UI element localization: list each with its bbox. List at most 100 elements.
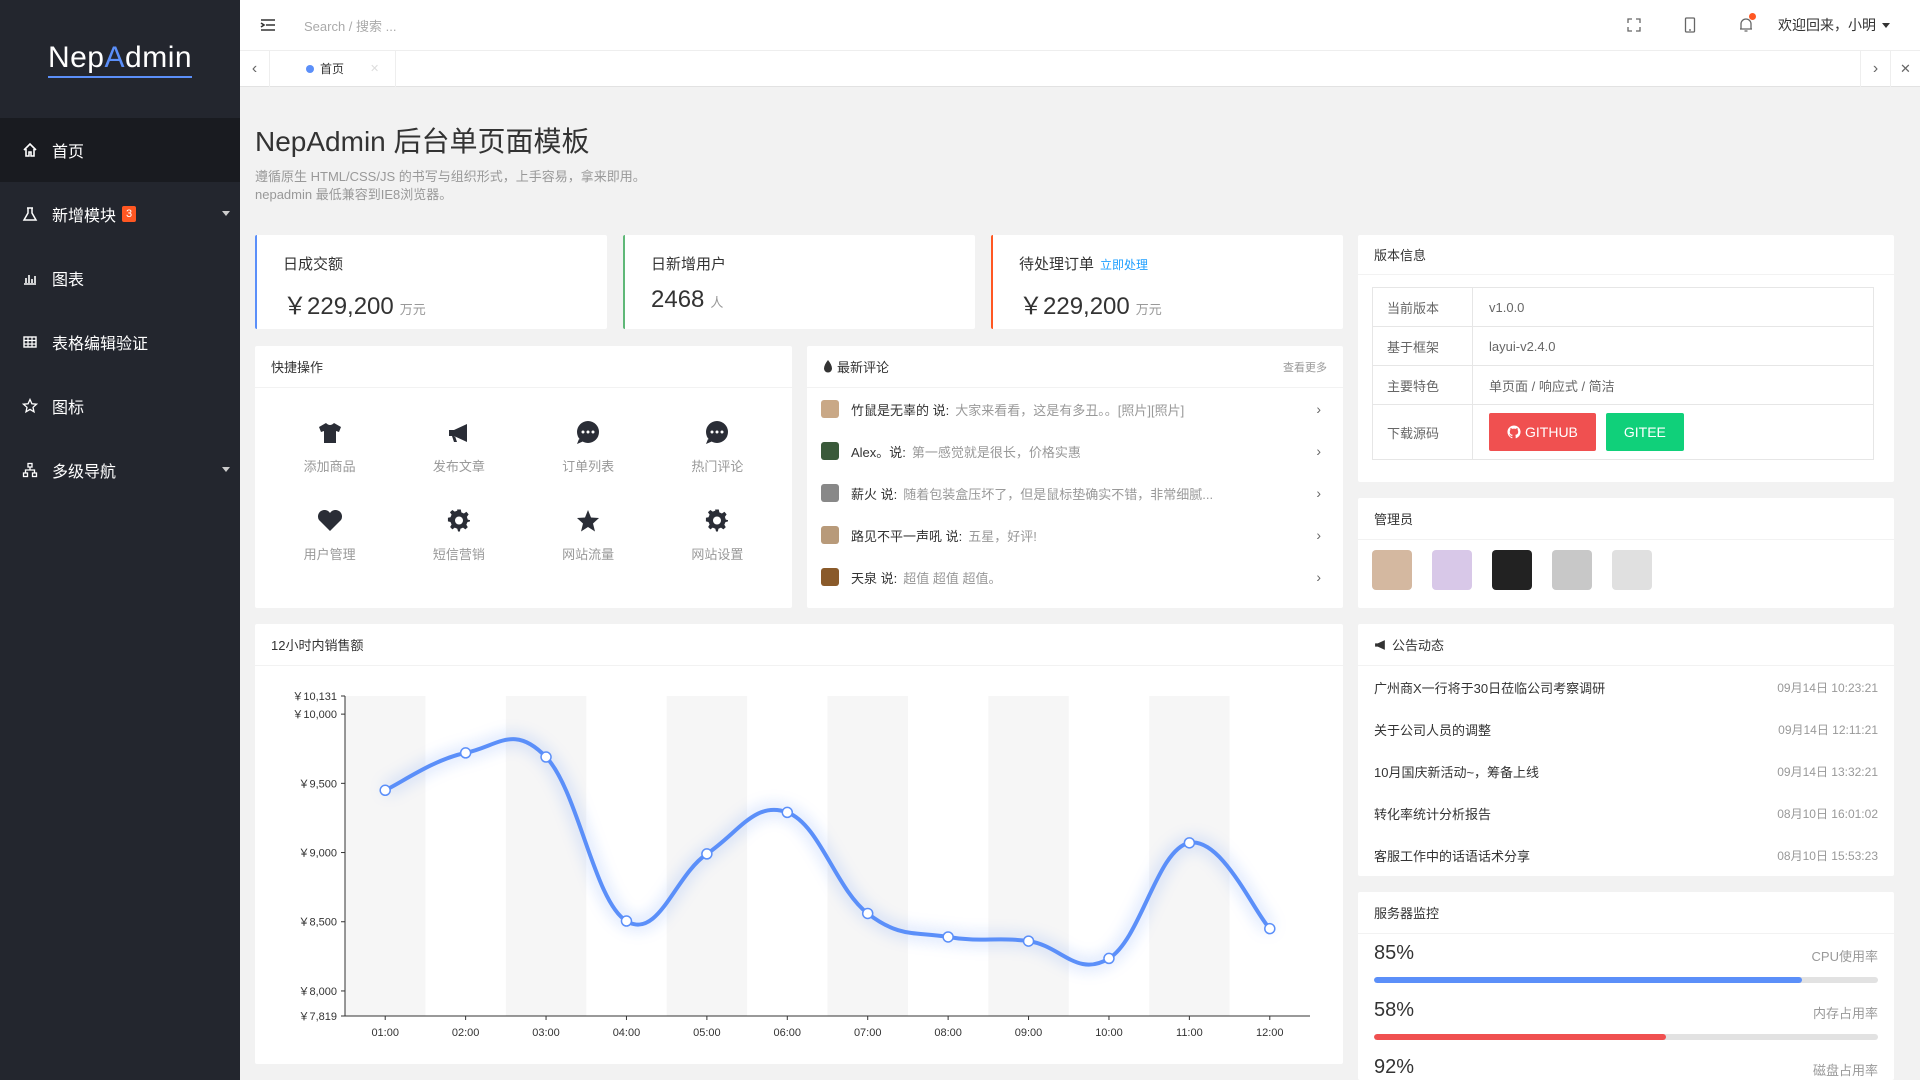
- x-tick-label: 07:00: [854, 1027, 882, 1039]
- view-more-link[interactable]: 查看更多: [1283, 359, 1327, 375]
- monitor-percent: 85%: [1374, 942, 1415, 964]
- notice-date: 09月14日 12:11:21: [1778, 722, 1878, 737]
- search-input[interactable]: Search / 搜索 ...: [304, 16, 396, 35]
- fullscreen-icon[interactable]: [1606, 0, 1662, 50]
- comment-row[interactable]: 天泉 说: 超值 超值 超值。 ›: [807, 556, 1343, 598]
- tab-scroll-right-button[interactable]: ›: [1860, 51, 1890, 87]
- menu-toggle-icon[interactable]: [260, 18, 276, 32]
- sidebar-item-new-module[interactable]: 新增模块 3: [0, 182, 240, 246]
- stat-value: ￥229,200: [1019, 293, 1130, 320]
- quick-site-settings[interactable]: 网站设置: [653, 506, 782, 594]
- comment-author: 薪火 说:: [851, 486, 898, 502]
- gitee-button[interactable]: GITEE: [1605, 413, 1684, 451]
- data-point: [701, 848, 713, 860]
- sidebar: NepAdmin 首页 新增模块 3 图表 表格编辑验证 图标 多级导航: [0, 0, 240, 1080]
- x-tick-label: 02:00: [452, 1027, 480, 1039]
- sidebar-item-multilevel-nav[interactable]: 多级导航: [0, 438, 240, 502]
- notice-title: 10月国庆新活动~，筹备上线: [1374, 764, 1540, 780]
- gear-icon: [447, 506, 471, 536]
- quick-publish-article[interactable]: 发布文章: [394, 418, 523, 506]
- tab-close-button[interactable]: ✕: [1890, 51, 1920, 87]
- table-icon: [20, 332, 40, 352]
- comment-text: 第一感觉就是很长，价格实惠: [911, 444, 1081, 460]
- sidebar-item-icons[interactable]: 图标: [0, 374, 240, 438]
- avatar: [821, 526, 839, 544]
- comment-row[interactable]: 路见不平一声吼 说: 五星，好评! ›: [807, 514, 1343, 556]
- logo[interactable]: NepAdmin: [0, 0, 240, 118]
- avatar: [821, 442, 839, 460]
- page-title: NepAdmin 后台单页面模板: [255, 126, 590, 157]
- chevron-right-icon[interactable]: ›: [1316, 485, 1321, 501]
- card-title: 管理员: [1374, 512, 1414, 527]
- x-tick-label: 01:00: [371, 1027, 399, 1039]
- data-point: [1103, 952, 1115, 965]
- notice-title: 客服工作中的话语话术分享: [1374, 848, 1531, 864]
- data-point: [781, 806, 794, 819]
- quick-user-management[interactable]: 用户管理: [265, 506, 394, 594]
- tab-scroll-left-button[interactable]: ‹: [240, 50, 270, 87]
- bell-icon[interactable]: [1718, 0, 1774, 50]
- comment-row[interactable]: 薪火 说: 随着包装盒压坏了，但是鼠标垫确实不错，非常细腻... ›: [807, 472, 1343, 514]
- notice-date: 09月14日 13:32:21: [1777, 764, 1878, 779]
- chevron-right-icon[interactable]: ›: [1316, 443, 1321, 459]
- comment-author: 竹鼠是无辜的 说:: [851, 402, 950, 418]
- comment-author: Alex。说:: [851, 444, 906, 460]
- tab-home[interactable]: 首页 ✕: [294, 50, 397, 87]
- admin-avatar[interactable]: [1552, 550, 1592, 590]
- quick-sms-marketing[interactable]: 短信营销: [394, 506, 523, 594]
- mobile-icon[interactable]: [1662, 0, 1718, 50]
- notice-title: 转化率统计分析报告: [1374, 806, 1492, 822]
- y-tick-label: ￥9,000: [298, 848, 337, 860]
- x-tick-label: 06:00: [774, 1027, 802, 1039]
- sidebar-item-charts[interactable]: 图表: [0, 246, 240, 310]
- admin-avatar[interactable]: [1492, 550, 1532, 590]
- process-now-link[interactable]: 立即处理: [1100, 258, 1148, 272]
- flask-icon: [20, 204, 40, 224]
- chevron-right-icon[interactable]: ›: [1316, 527, 1321, 543]
- sidebar-item-home[interactable]: 首页: [0, 118, 240, 182]
- top-header: Search / 搜索 ... 欢迎回来，小明: [240, 0, 1920, 51]
- comment-row[interactable]: Alex。说: 第一感觉就是很长，价格实惠 ›: [807, 430, 1343, 472]
- data-point: [459, 747, 472, 759]
- comment-row[interactable]: 竹鼠是无辜的 说: 大家来看看，这是有多丑。。[照片][照片] ›: [807, 388, 1343, 430]
- notice-item[interactable]: 转化率统计分析报告 08月10日 16:01:02: [1358, 792, 1894, 834]
- sidebar-item-table-edit[interactable]: 表格编辑验证: [0, 310, 240, 374]
- quick-site-traffic[interactable]: 网站流量: [524, 506, 653, 594]
- heart-icon: [317, 506, 343, 536]
- quick-add-product[interactable]: 添加商品: [265, 418, 394, 506]
- chevron-right-icon[interactable]: ›: [1316, 401, 1321, 417]
- close-icon[interactable]: ✕: [370, 62, 379, 75]
- stat-unit: 人: [710, 295, 724, 310]
- admin-avatar[interactable]: [1432, 550, 1472, 590]
- github-button[interactable]: GITHUB: [1489, 413, 1596, 451]
- admin-avatar[interactable]: [1372, 550, 1412, 590]
- monitor-label: CPU使用率: [1811, 949, 1878, 964]
- avatar: [821, 484, 839, 502]
- notice-item[interactable]: 广州商X一行将于30日莅临公司考察调研 09月14日 10:23:21: [1358, 666, 1894, 708]
- quick-hot-comments[interactable]: 热门评论: [653, 418, 782, 506]
- comment-text: 五星，好评!: [968, 528, 1037, 544]
- megaphone-icon: [447, 418, 471, 448]
- admin-avatar[interactable]: [1612, 550, 1652, 590]
- card-title: 最新评论: [837, 360, 890, 375]
- notice-item[interactable]: 10月国庆新活动~，筹备上线 09月14日 13:32:21: [1358, 750, 1894, 792]
- notice-item[interactable]: 客服工作中的话语话术分享 08月10日 15:53:23: [1358, 834, 1894, 876]
- notice-item[interactable]: 关于公司人员的调整 09月14日 12:11:21: [1358, 708, 1894, 750]
- server-monitor-card: 服务器监控 85% CPU使用率 58% 内存占用率 92% 磁盘占用率: [1358, 892, 1894, 1080]
- notice-date: 08月10日 15:53:23: [1777, 848, 1878, 863]
- stat-label: 待处理订单: [1019, 256, 1095, 273]
- data-point: [942, 931, 954, 943]
- quick-order-list[interactable]: 订单列表: [524, 418, 653, 506]
- comment-text: 大家来看看，这是有多丑。。[照片][照片]: [955, 402, 1185, 418]
- x-tick-label: 03:00: [532, 1027, 560, 1039]
- announcements-card: 公告动态 广州商X一行将于30日莅临公司考察调研 09月14日 10:23:21 关…: [1358, 624, 1894, 876]
- x-tick-label: 11:00: [1176, 1027, 1203, 1039]
- sidebar-item-label: 图标: [52, 400, 85, 417]
- y-tick-label: ￥9,500: [298, 778, 337, 790]
- stat-unit: 万元: [399, 302, 426, 317]
- chevron-right-icon[interactable]: ›: [1316, 569, 1321, 585]
- x-tick-label: 04:00: [613, 1027, 641, 1039]
- active-dot: [306, 64, 314, 73]
- user-menu[interactable]: 欢迎回来，小明: [1778, 15, 1890, 35]
- monitor-percent: 92%: [1374, 1056, 1415, 1078]
